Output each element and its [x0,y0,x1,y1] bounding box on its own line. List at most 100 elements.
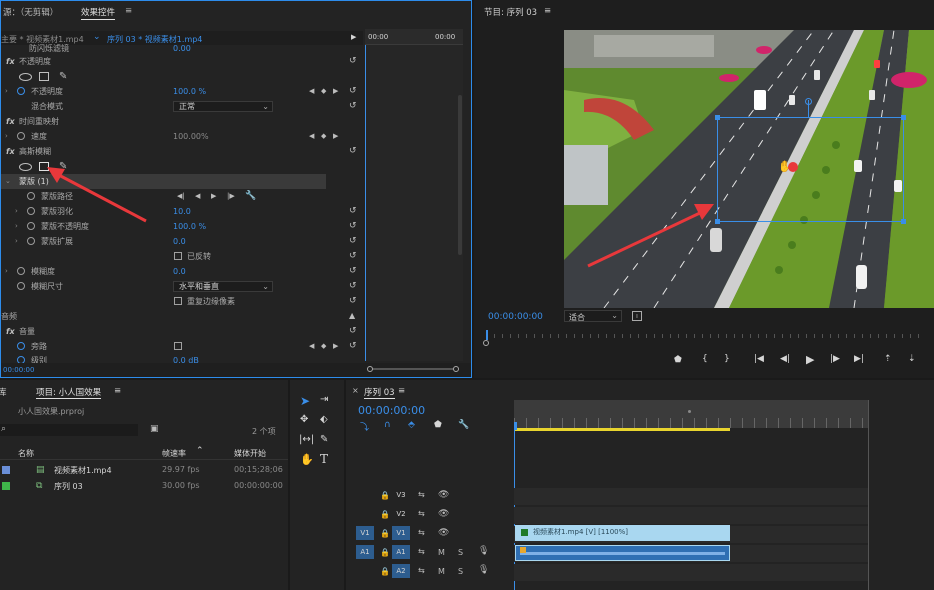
sync-lock-icon[interactable]: ⇆ [418,547,425,556]
reset-icon[interactable]: ↺ [349,326,359,336]
prev-keyframe-icon[interactable]: ◀ [309,339,314,354]
tab-source[interactable]: 源：（无剪辑） [3,6,58,18]
source-patch[interactable]: A1 [356,545,374,559]
item-name[interactable]: 序列 03 [54,481,83,492]
mute-button[interactable]: M [438,567,445,576]
chevron-right-icon[interactable]: › [5,264,8,279]
stopwatch-icon[interactable] [17,267,25,275]
zoom-fit-select[interactable]: 适合 ⌄ [564,310,622,322]
add-keyframe-icon[interactable]: ◆ [321,129,326,144]
eye-icon[interactable]: 👁 [438,490,449,500]
play-icon[interactable]: ▶ [806,353,814,366]
slip-tool-icon[interactable]: |↔| [299,434,314,445]
eye-icon[interactable]: 👁 [438,509,449,519]
tab-effect-controls[interactable]: 效果控件 [81,6,116,20]
track-name[interactable]: V2 [392,507,410,521]
pen-tool-icon[interactable]: ✎ [320,434,328,445]
stopwatch-icon[interactable] [27,207,35,215]
panel-menu-icon[interactable]: ≡ [125,6,132,16]
reset-icon[interactable]: ↺ [349,101,359,111]
project-search-input[interactable]: ⌕ [0,424,138,436]
mask-vertex-handle[interactable] [901,115,906,120]
go-to-in-icon[interactable]: |◀ [754,354,764,364]
reset-icon[interactable]: ↺ [349,86,359,96]
add-marker-icon[interactable]: ⬟ [434,420,442,430]
go-to-out-icon[interactable]: ▶| [854,354,864,364]
extract-icon[interactable]: ⇣ [908,354,916,364]
rectangle-mask-icon[interactable] [39,72,49,81]
col-name[interactable]: 名称 [18,448,34,459]
source-patch[interactable]: V1 [356,526,374,540]
program-title[interactable]: 节目: 序列 03 [484,6,537,18]
lock-icon[interactable]: 🔒 [380,491,390,500]
effect-timeline-ruler[interactable]: 00:00 00:00 [365,29,463,45]
sync-lock-icon[interactable]: ⇆ [418,509,425,518]
panel-menu-icon[interactable]: ≡ [544,6,551,16]
stopwatch-icon[interactable] [17,132,25,140]
nest-icon[interactable]: ⤵ [360,420,369,433]
ripple-edit-tool-icon[interactable]: ✥ [300,414,308,425]
step-forward-icon[interactable]: |▶ [830,354,840,364]
lift-icon[interactable]: ⇡ [884,354,892,364]
repeat-edge-checkbox[interactable] [174,297,182,305]
chevron-right-icon[interactable]: › [5,129,8,144]
scrubber-playhead[interactable] [486,330,488,340]
source-patch[interactable] [356,564,374,578]
lock-icon[interactable]: 🔒 [380,510,390,519]
reset-icon[interactable]: ↺ [349,56,359,66]
snap-icon[interactable]: ∩ [384,420,391,430]
marker-icon[interactable]: ⬟ [674,355,682,365]
sort-up-icon[interactable]: ⌃ [196,446,204,456]
solo-button[interactable]: S [458,548,463,557]
next-keyframe-icon[interactable]: ▶ [333,339,338,354]
linked-selection-icon[interactable]: ⬘ [408,420,415,430]
add-keyframe-icon[interactable]: ◆ [321,84,326,99]
lock-icon[interactable]: 🔒 [380,548,390,557]
mark-out-icon[interactable]: } [724,354,730,364]
mask-feather-handle[interactable] [805,98,812,105]
stopwatch-icon[interactable] [27,222,35,230]
settings-icon[interactable]: ı [632,311,642,321]
prev-keyframe-icon[interactable]: ◀ [309,129,314,144]
effect-timecode[interactable]: 00:00:00 [3,366,34,374]
chevron-down-icon[interactable]: ⌄ [5,174,11,189]
chevron-right-icon[interactable]: › [5,84,8,99]
track-name[interactable]: V3 [392,488,410,502]
ellipse-mask-icon[interactable] [19,73,32,81]
mask-vertex-handle[interactable] [715,115,720,120]
pen-mask-icon[interactable]: ✎ [59,69,67,84]
blur-dimensions-select[interactable]: 水平和垂直 ⌄ [173,281,273,292]
reset-icon[interactable]: ↺ [349,266,359,276]
effect-timeline-area[interactable] [365,45,463,361]
microphone-icon[interactable]: 🎙 [478,565,489,575]
track-lane[interactable] [514,507,868,524]
lock-icon[interactable]: 🔒 [380,567,390,576]
track-forward-icon[interactable]: |▶ [227,189,235,204]
track-prev-frame-icon[interactable]: ◀ [195,189,200,204]
selection-tool-icon[interactable]: ➤ [300,394,310,408]
stopwatch-icon[interactable] [17,342,25,350]
next-keyframe-icon[interactable]: ▶ [333,84,338,99]
reset-icon[interactable]: ↺ [349,206,359,216]
project-title[interactable]: 项目: 小人国效果 [36,386,102,399]
track-name[interactable]: A1 [392,545,410,559]
sync-lock-icon[interactable]: ⇆ [418,528,425,537]
mark-in-icon[interactable]: { [702,354,708,364]
panel-menu-icon[interactable]: ≡ [398,386,405,396]
video-clip[interactable]: 视频素材1.mp4 [V] [1100%] [515,525,730,541]
hand-tool-icon[interactable]: ✋ [300,453,314,466]
stopwatch-icon[interactable] [27,192,35,200]
project-item-row[interactable]: ⧉ 序列 03 30.00 fps 00:00:00:00 [0,478,288,494]
track-name[interactable]: A2 [392,564,410,578]
reset-icon[interactable]: ↺ [349,221,359,231]
next-keyframe-icon[interactable]: ▶ [333,129,338,144]
mute-button[interactable]: M [438,548,445,557]
reset-icon[interactable]: ↺ [349,236,359,246]
sync-lock-icon[interactable]: ⇆ [418,566,425,575]
wrench-icon[interactable]: 🔧 [458,420,469,430]
source-patch[interactable] [356,488,374,502]
zoom-slider[interactable] [367,366,459,372]
track-select-tool-icon[interactable]: ⇥ [320,394,328,405]
step-back-icon[interactable]: ◀| [780,354,790,364]
chevron-right-icon[interactable]: › [15,204,18,219]
